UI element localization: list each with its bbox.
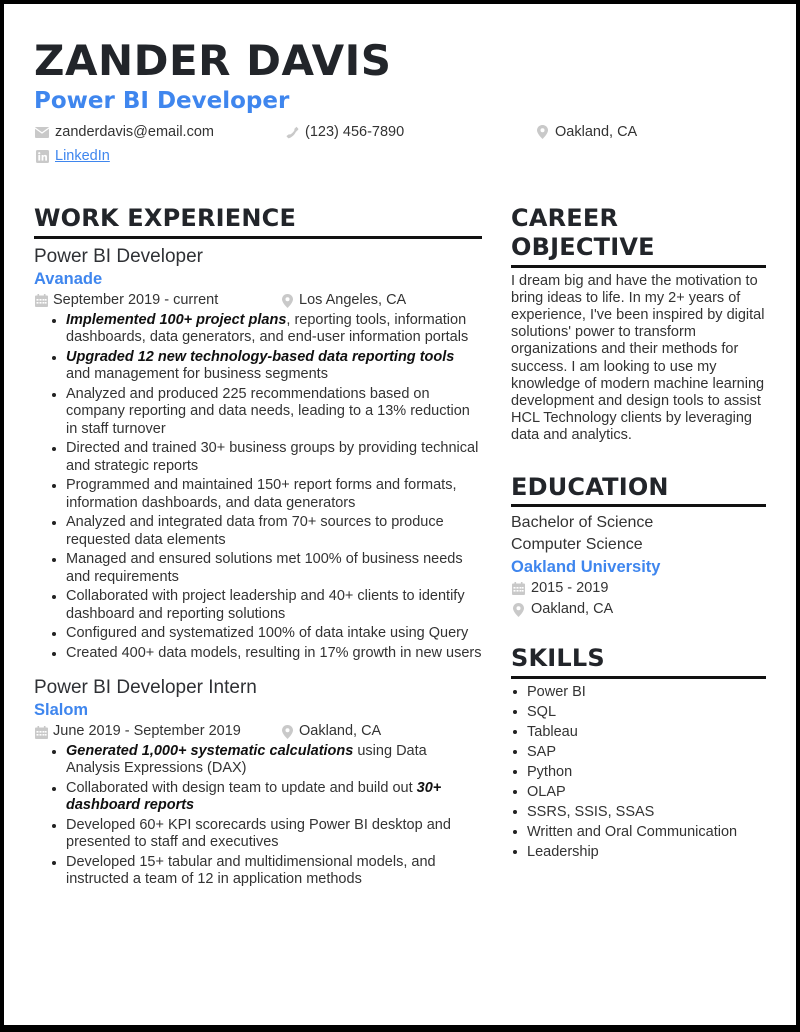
calendar-icon bbox=[34, 294, 48, 308]
bullet-item: Configured and systematized 100% of data… bbox=[50, 625, 482, 643]
skill-item: Leadership bbox=[511, 842, 766, 862]
skill-item: SQL bbox=[511, 702, 766, 722]
job-location: Oakland, CA bbox=[280, 722, 381, 742]
job-dates: September 2019 - current bbox=[34, 291, 280, 311]
job-meta: June 2019 - September 2019 Oakland, CA bbox=[34, 722, 482, 742]
resume-page: ZANDER DAVIS Power BI Developer zanderda… bbox=[4, 4, 796, 1025]
company-name: Slalom bbox=[34, 700, 89, 719]
skills-heading: SKILLS bbox=[511, 644, 605, 673]
contact-linkedin[interactable]: LinkedIn bbox=[35, 149, 110, 164]
bullet-item: Developed 15+ tabular and multidimension… bbox=[50, 854, 482, 889]
phone-icon bbox=[285, 125, 299, 139]
bullet-item: Analyzed and produced 225 recommendation… bbox=[50, 386, 482, 439]
degree: Bachelor of Science bbox=[511, 514, 654, 532]
dates-text: 2015 - 2019 bbox=[531, 580, 609, 597]
dates-text: June 2019 - September 2019 bbox=[53, 723, 241, 740]
section-divider bbox=[511, 264, 766, 268]
map-pin-icon bbox=[280, 293, 294, 308]
job-dates: June 2019 - September 2019 bbox=[34, 722, 280, 742]
bullet-item: Analyzed and integrated data from 70+ so… bbox=[50, 514, 482, 549]
calendar-icon bbox=[34, 725, 48, 739]
education-section: EDUCATION Bachelor of Science Computer S… bbox=[511, 473, 766, 621]
contact-location: Oakland, CA bbox=[535, 125, 637, 140]
education-location: Oakland, CA bbox=[511, 599, 766, 620]
section-divider bbox=[511, 504, 766, 508]
company-name: Avanade bbox=[34, 269, 103, 288]
skill-item: Written and Oral Communication bbox=[511, 822, 766, 842]
map-pin-icon bbox=[511, 602, 525, 617]
bullet-highlight: Upgraded 12 new technology-based data re… bbox=[66, 348, 455, 365]
field-of-study: Computer Science bbox=[511, 536, 643, 554]
education-heading: EDUCATION bbox=[511, 472, 669, 501]
job-entry: Power BI Developer Avanade September 201… bbox=[34, 245, 482, 662]
location-text: Oakland, CA bbox=[531, 601, 614, 618]
job-entry: Power BI Developer Intern Slalom June 20… bbox=[34, 676, 482, 889]
bullet-item: Implemented 100+ project plans, reportin… bbox=[50, 312, 482, 347]
work-experience-heading: WORK EXPERIENCE bbox=[34, 204, 297, 232]
bullet-item: Collaborated with design team to update … bbox=[50, 780, 482, 815]
skills-list: Power BI SQL Tableau SAP Python OLAP SSRS, SSI… bbox=[511, 682, 766, 862]
section-divider bbox=[34, 235, 482, 239]
skill-item: Tableau bbox=[511, 722, 766, 742]
bullet-item: Directed and trained 30+ business groups… bbox=[50, 440, 482, 475]
bullet-item: Created 400+ data models, resulting in 1… bbox=[50, 645, 482, 663]
envelope-icon bbox=[35, 125, 49, 139]
skill-item: OLAP bbox=[511, 782, 766, 802]
job-meta: September 2019 - current Los Angeles, CA bbox=[34, 291, 482, 311]
bullet-item: Upgraded 12 new technology-based data re… bbox=[50, 349, 482, 384]
bullet-item: Generated 1,000+ systematic calculations… bbox=[50, 743, 482, 778]
job-title: Power BI Developer Intern bbox=[34, 677, 257, 699]
section-divider bbox=[511, 676, 766, 680]
location-text: Los Angeles, CA bbox=[299, 291, 407, 308]
skill-item: Python bbox=[511, 762, 766, 782]
job-location: Los Angeles, CA bbox=[280, 291, 406, 311]
phone-text: (123) 456-7890 bbox=[305, 124, 405, 140]
map-pin-icon bbox=[535, 125, 549, 140]
bullet-highlight: Implemented 100+ project plans bbox=[66, 311, 287, 328]
bullet-item: Collaborated with project leadership and… bbox=[50, 588, 482, 623]
job-bullets: Implemented 100+ project plans, reportin… bbox=[50, 312, 482, 663]
map-pin-icon bbox=[280, 725, 294, 740]
skill-item: Power BI bbox=[511, 682, 766, 702]
skill-item: SSRS, SSIS, SSAS bbox=[511, 802, 766, 822]
bullet-item: Developed 60+ KPI scorecards using Power… bbox=[50, 817, 482, 852]
location-text: Oakland, CA bbox=[299, 723, 382, 740]
skill-item: SAP bbox=[511, 742, 766, 762]
calendar-icon bbox=[511, 582, 525, 596]
candidate-name: ZANDER DAVIS bbox=[34, 36, 392, 85]
right-column: CAREER OBJECTIVE I dream big and have th… bbox=[511, 204, 766, 862]
career-objective-text: I dream big and have the motivation to b… bbox=[511, 272, 765, 444]
linkedin-link[interactable]: LinkedIn bbox=[55, 149, 110, 164]
bullet-item: Programmed and maintained 150+ report fo… bbox=[50, 477, 482, 512]
job-title: Power BI Developer bbox=[34, 245, 203, 267]
bullet-highlight: Generated 1,000+ systematic calculations bbox=[66, 742, 354, 759]
skills-section: SKILLS Power BI SQL Tableau SAP Python OLAP SS… bbox=[511, 644, 766, 862]
contact-phone: (123) 456-7890 bbox=[285, 125, 404, 140]
bullet-highlight: 30+ dashboard reports bbox=[66, 779, 442, 814]
education-dates: 2015 - 2019 bbox=[511, 578, 766, 599]
left-column: WORK EXPERIENCE Power BI Developer Avana… bbox=[34, 204, 482, 891]
candidate-title: Power BI Developer bbox=[34, 88, 290, 114]
contact-email: zanderdavis@email.com bbox=[35, 125, 214, 140]
location-text: Oakland, CA bbox=[555, 124, 638, 140]
school-name: Oakland University bbox=[511, 558, 661, 577]
email-text: zanderdavis@email.com bbox=[55, 124, 214, 140]
job-bullets: Generated 1,000+ systematic calculations… bbox=[50, 743, 482, 889]
linkedin-icon bbox=[35, 149, 49, 163]
bullet-item: Managed and ensured solutions met 100% o… bbox=[50, 551, 482, 586]
dates-text: September 2019 - current bbox=[53, 291, 219, 308]
career-objective-heading: CAREER OBJECTIVE bbox=[511, 204, 655, 261]
